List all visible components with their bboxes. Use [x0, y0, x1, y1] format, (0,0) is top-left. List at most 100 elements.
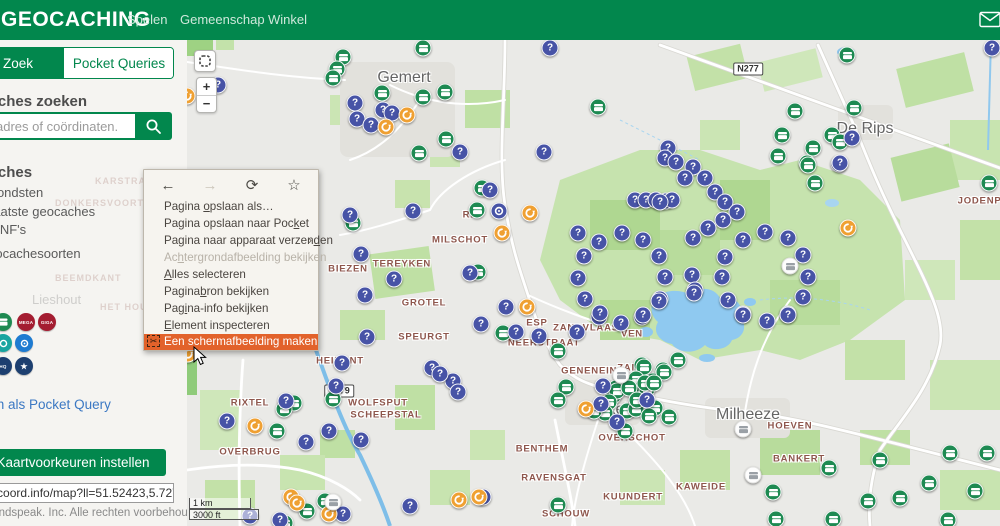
filter-item-laatste-geocaches[interactable]: Laatste geocaches: [0, 204, 95, 219]
cache-marker-multi-cache[interactable]: [494, 225, 511, 242]
context-menu-item-pagina-opslaan-als[interactable]: Pagina opslaan als…: [144, 198, 318, 215]
cache-marker-multi-cache[interactable]: [451, 492, 468, 509]
cache-marker-mystery-cache[interactable]: ?: [652, 194, 669, 211]
context-menu-item-pagina-opslaan-naar-pocket[interactable]: Pagina opslaan naar Pocket: [144, 215, 318, 232]
cache-marker-mystery-cache[interactable]: ?: [720, 292, 737, 309]
cache-marker-multi-cache[interactable]: [840, 220, 857, 237]
cache-marker-traditional-cache[interactable]: [981, 175, 998, 192]
cache-marker-mystery-cache[interactable]: ?: [651, 293, 668, 310]
cache-marker-traditional-cache[interactable]: [800, 157, 817, 174]
cache-marker-mystery-cache[interactable]: ?: [714, 269, 731, 286]
cache-type-badge-event[interactable]: [15, 334, 33, 352]
filter-item-mijn-dnf-s[interactable]: Mijn DNF's: [0, 222, 26, 237]
search-input[interactable]: [0, 112, 147, 140]
nav-item-spelen[interactable]: Spelen: [127, 12, 167, 27]
cache-marker-mystery-cache[interactable]: ?: [570, 270, 587, 287]
cache-marker-mystery-cache[interactable]: ?: [614, 225, 631, 242]
cache-type-badge-giga-event[interactable]: GIGA: [38, 313, 56, 331]
cache-marker-traditional-cache[interactable]: [807, 175, 824, 192]
cache-marker-mystery-cache[interactable]: ?: [569, 324, 586, 341]
cache-marker-mystery-cache[interactable]: ?: [347, 95, 364, 112]
cache-marker-traditional-cache[interactable]: [967, 483, 984, 500]
cache-marker-traditional-cache[interactable]: [942, 445, 959, 462]
messages-envelope-icon[interactable]: [979, 11, 1000, 28]
cache-marker-mystery-cache[interactable]: ?: [613, 315, 630, 332]
back-icon[interactable]: ←: [158, 177, 178, 194]
cache-marker-traditional-cache[interactable]: [646, 375, 663, 392]
cache-marker-mystery-cache[interactable]: ?: [482, 182, 499, 199]
cache-marker-virtual-cache[interactable]: [491, 203, 508, 220]
tab-pocket-queries[interactable]: Pocket Queries: [63, 48, 174, 78]
cache-marker-mystery-cache[interactable]: ?: [536, 144, 553, 161]
cache-marker-mystery-cache[interactable]: ?: [757, 224, 774, 241]
context-menu-item-pagina-naar-apparaat-verzenden[interactable]: Pagina naar apparaat verzenden›: [144, 232, 318, 249]
cache-marker-mystery-cache[interactable]: ?: [780, 307, 797, 324]
cache-marker-other-cache[interactable]: [613, 367, 630, 384]
cache-marker-mystery-cache[interactable]: ?: [272, 512, 289, 526]
cache-marker-mystery-cache[interactable]: ?: [800, 269, 817, 286]
cache-marker-mystery-cache[interactable]: ?: [278, 393, 295, 410]
locate-me-button[interactable]: [194, 50, 216, 72]
cache-marker-mystery-cache[interactable]: ?: [593, 396, 610, 413]
share-url-input[interactable]: http://coord.info/map?ll=51.52423,5.7274…: [0, 483, 174, 503]
cache-marker-traditional-cache[interactable]: [860, 493, 877, 510]
cache-marker-traditional-cache[interactable]: [550, 497, 567, 514]
cache-marker-mystery-cache[interactable]: ?: [219, 413, 236, 430]
cache-marker-mystery-cache[interactable]: ?: [677, 170, 694, 187]
cache-marker-mystery-cache[interactable]: ?: [508, 324, 525, 341]
cache-type-badge-hq[interactable]: HQ: [0, 357, 12, 375]
cache-marker-mystery-cache[interactable]: ?: [735, 307, 752, 324]
cache-marker-multi-cache[interactable]: [522, 205, 539, 222]
cache-marker-traditional-cache[interactable]: [787, 103, 804, 120]
cache-marker-traditional-cache[interactable]: [821, 460, 838, 477]
cache-marker-traditional-cache[interactable]: [921, 475, 938, 492]
cache-marker-traditional-cache[interactable]: [979, 445, 996, 462]
cache-marker-traditional-cache[interactable]: [437, 84, 454, 101]
zoom-in-button[interactable]: +: [197, 78, 216, 96]
cache-marker-mystery-cache[interactable]: ?: [591, 234, 608, 251]
map-preferences-button[interactable]: Kaartvoorkeuren instellen: [0, 449, 166, 476]
cache-marker-mystery-cache[interactable]: ?: [577, 291, 594, 308]
cache-marker-traditional-cache[interactable]: [269, 423, 286, 440]
cache-marker-mystery-cache[interactable]: ?: [759, 313, 776, 330]
cache-marker-mystery-cache[interactable]: ?: [576, 248, 593, 265]
cache-marker-traditional-cache[interactable]: [550, 392, 567, 409]
cache-marker-other-cache[interactable]: [782, 258, 799, 275]
cache-marker-traditional-cache[interactable]: [839, 47, 856, 64]
cache-marker-mystery-cache[interactable]: ?: [570, 225, 587, 242]
cache-marker-mystery-cache[interactable]: ?: [795, 289, 812, 306]
cache-marker-mystery-cache[interactable]: ?: [735, 232, 752, 249]
cache-marker-mystery-cache[interactable]: ?: [298, 434, 315, 451]
cache-marker-traditional-cache[interactable]: [325, 70, 342, 87]
cache-marker-mystery-cache[interactable]: ?: [635, 232, 652, 249]
cache-type-badge-mega-event[interactable]: MEGA: [17, 313, 35, 331]
cache-type-badge-cito[interactable]: [0, 334, 12, 352]
cache-marker-traditional-cache[interactable]: [411, 145, 428, 162]
cache-marker-traditional-cache[interactable]: [768, 511, 785, 526]
bookmark-star-icon[interactable]: ☆: [284, 176, 304, 194]
cache-marker-mystery-cache[interactable]: ?: [357, 287, 374, 304]
cache-marker-traditional-cache[interactable]: [661, 409, 678, 426]
cache-marker-mystery-cache[interactable]: ?: [386, 271, 403, 288]
cache-marker-mystery-cache[interactable]: ?: [402, 498, 419, 515]
search-button[interactable]: [135, 112, 172, 140]
cache-marker-other-cache[interactable]: [745, 467, 762, 484]
cache-marker-mystery-cache[interactable]: ?: [353, 246, 370, 263]
cache-marker-mystery-cache[interactable]: ?: [321, 423, 338, 440]
cache-marker-mystery-cache[interactable]: ?: [700, 220, 717, 237]
cache-marker-mystery-cache[interactable]: ?: [473, 316, 490, 333]
reload-icon[interactable]: ⟳: [242, 176, 262, 194]
cache-marker-mystery-cache[interactable]: ?: [405, 203, 422, 220]
cache-marker-other-cache[interactable]: [735, 421, 752, 438]
cache-marker-mystery-cache[interactable]: ?: [609, 414, 626, 431]
cache-marker-mystery-cache[interactable]: ?: [432, 366, 449, 383]
cache-marker-mystery-cache[interactable]: ?: [651, 248, 668, 265]
cache-marker-mystery-cache[interactable]: ?: [592, 305, 609, 322]
cache-marker-mystery-cache[interactable]: ?: [668, 154, 685, 171]
cache-marker-traditional-cache[interactable]: [846, 100, 863, 117]
cache-marker-traditional-cache[interactable]: [438, 131, 455, 148]
cache-marker-multi-cache[interactable]: [247, 418, 264, 435]
cache-marker-mystery-cache[interactable]: ?: [595, 378, 612, 395]
cache-marker-mystery-cache[interactable]: ?: [353, 432, 370, 449]
cache-marker-mystery-cache[interactable]: ?: [334, 355, 351, 372]
